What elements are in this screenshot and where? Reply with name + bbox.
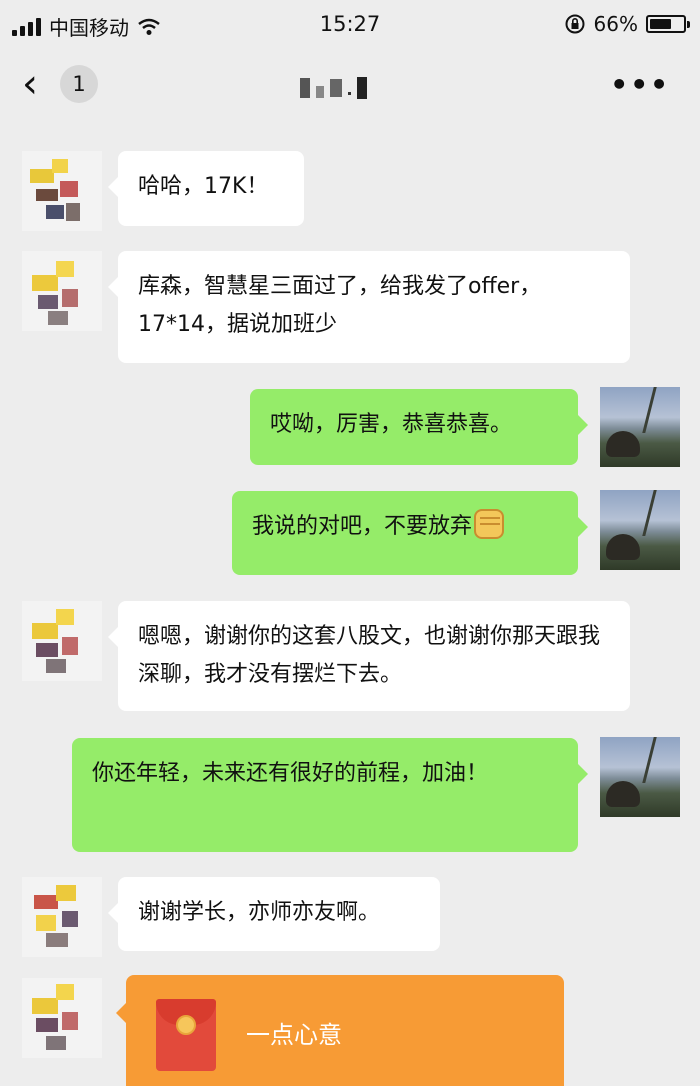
message-text: 库森，智慧星三面过了，给我发了offer，17*14，据说加班少 [138, 274, 542, 337]
message-text: 谢谢学长，亦师亦友啊。 [138, 900, 381, 925]
contact-avatar[interactable] [22, 251, 102, 331]
contact-avatar[interactable] [22, 877, 102, 957]
message-text: 嗯嗯，谢谢你的这套八股文，也谢谢你那天跟我深聊，我才没有摆烂下去。 [138, 624, 601, 687]
message-text: 哈哈，17K！ [138, 174, 269, 199]
rotation-lock-icon [565, 14, 585, 34]
message-bubble-outgoing[interactable]: 你还年轻，未来还有很好的前程，加油！ [72, 738, 588, 852]
contact-avatar[interactable] [22, 601, 102, 681]
message-bubble-outgoing[interactable]: 哎呦，厉害，恭喜恭喜。 [250, 389, 588, 465]
message-text: 你还年轻，未来还有很好的前程，加油！ [92, 761, 489, 786]
red-packet-message[interactable]: 一点心意 [116, 975, 564, 1086]
message-bubble-outgoing[interactable]: 我说的对吧，不要放弃 [232, 491, 588, 575]
chat-title-blurred [300, 74, 400, 102]
status-right: 66% [564, 12, 690, 36]
message-text: 我说的对吧，不要放弃 [252, 514, 473, 539]
my-avatar[interactable] [600, 737, 680, 817]
red-packet-label: 一点心意 [246, 1021, 342, 1049]
message-bubble-incoming[interactable]: 哈哈，17K！ [108, 151, 304, 226]
message-bubble-incoming[interactable]: 库森，智慧星三面过了，给我发了offer，17*14，据说加班少 [108, 251, 630, 363]
battery-level [650, 19, 672, 29]
contact-avatar[interactable] [22, 978, 102, 1058]
my-avatar[interactable] [600, 490, 680, 570]
unread-count-badge[interactable]: 1 [60, 65, 98, 103]
more-dots-icon[interactable]: ••• [610, 68, 670, 101]
message-bubble-incoming[interactable]: 嗯嗯，谢谢你的这套八股文，也谢谢你那天跟我深聊，我才没有摆烂下去。 [108, 601, 630, 711]
message-bubble-incoming[interactable]: 谢谢学长，亦师亦友啊。 [108, 877, 440, 951]
chevron-left-icon[interactable]: ‹ [22, 64, 38, 104]
fist-emoji-icon [474, 509, 505, 539]
battery-percent: 66% [593, 12, 638, 36]
chat-header: ‹ 1 ••• [0, 52, 700, 122]
my-avatar[interactable] [600, 387, 680, 467]
status-bar: 中国移动 15:27 66% [0, 0, 700, 52]
contact-avatar[interactable] [22, 151, 102, 231]
message-text: 哎呦，厉害，恭喜恭喜。 [270, 412, 513, 437]
red-envelope-icon [156, 999, 216, 1071]
battery-icon [646, 15, 690, 33]
